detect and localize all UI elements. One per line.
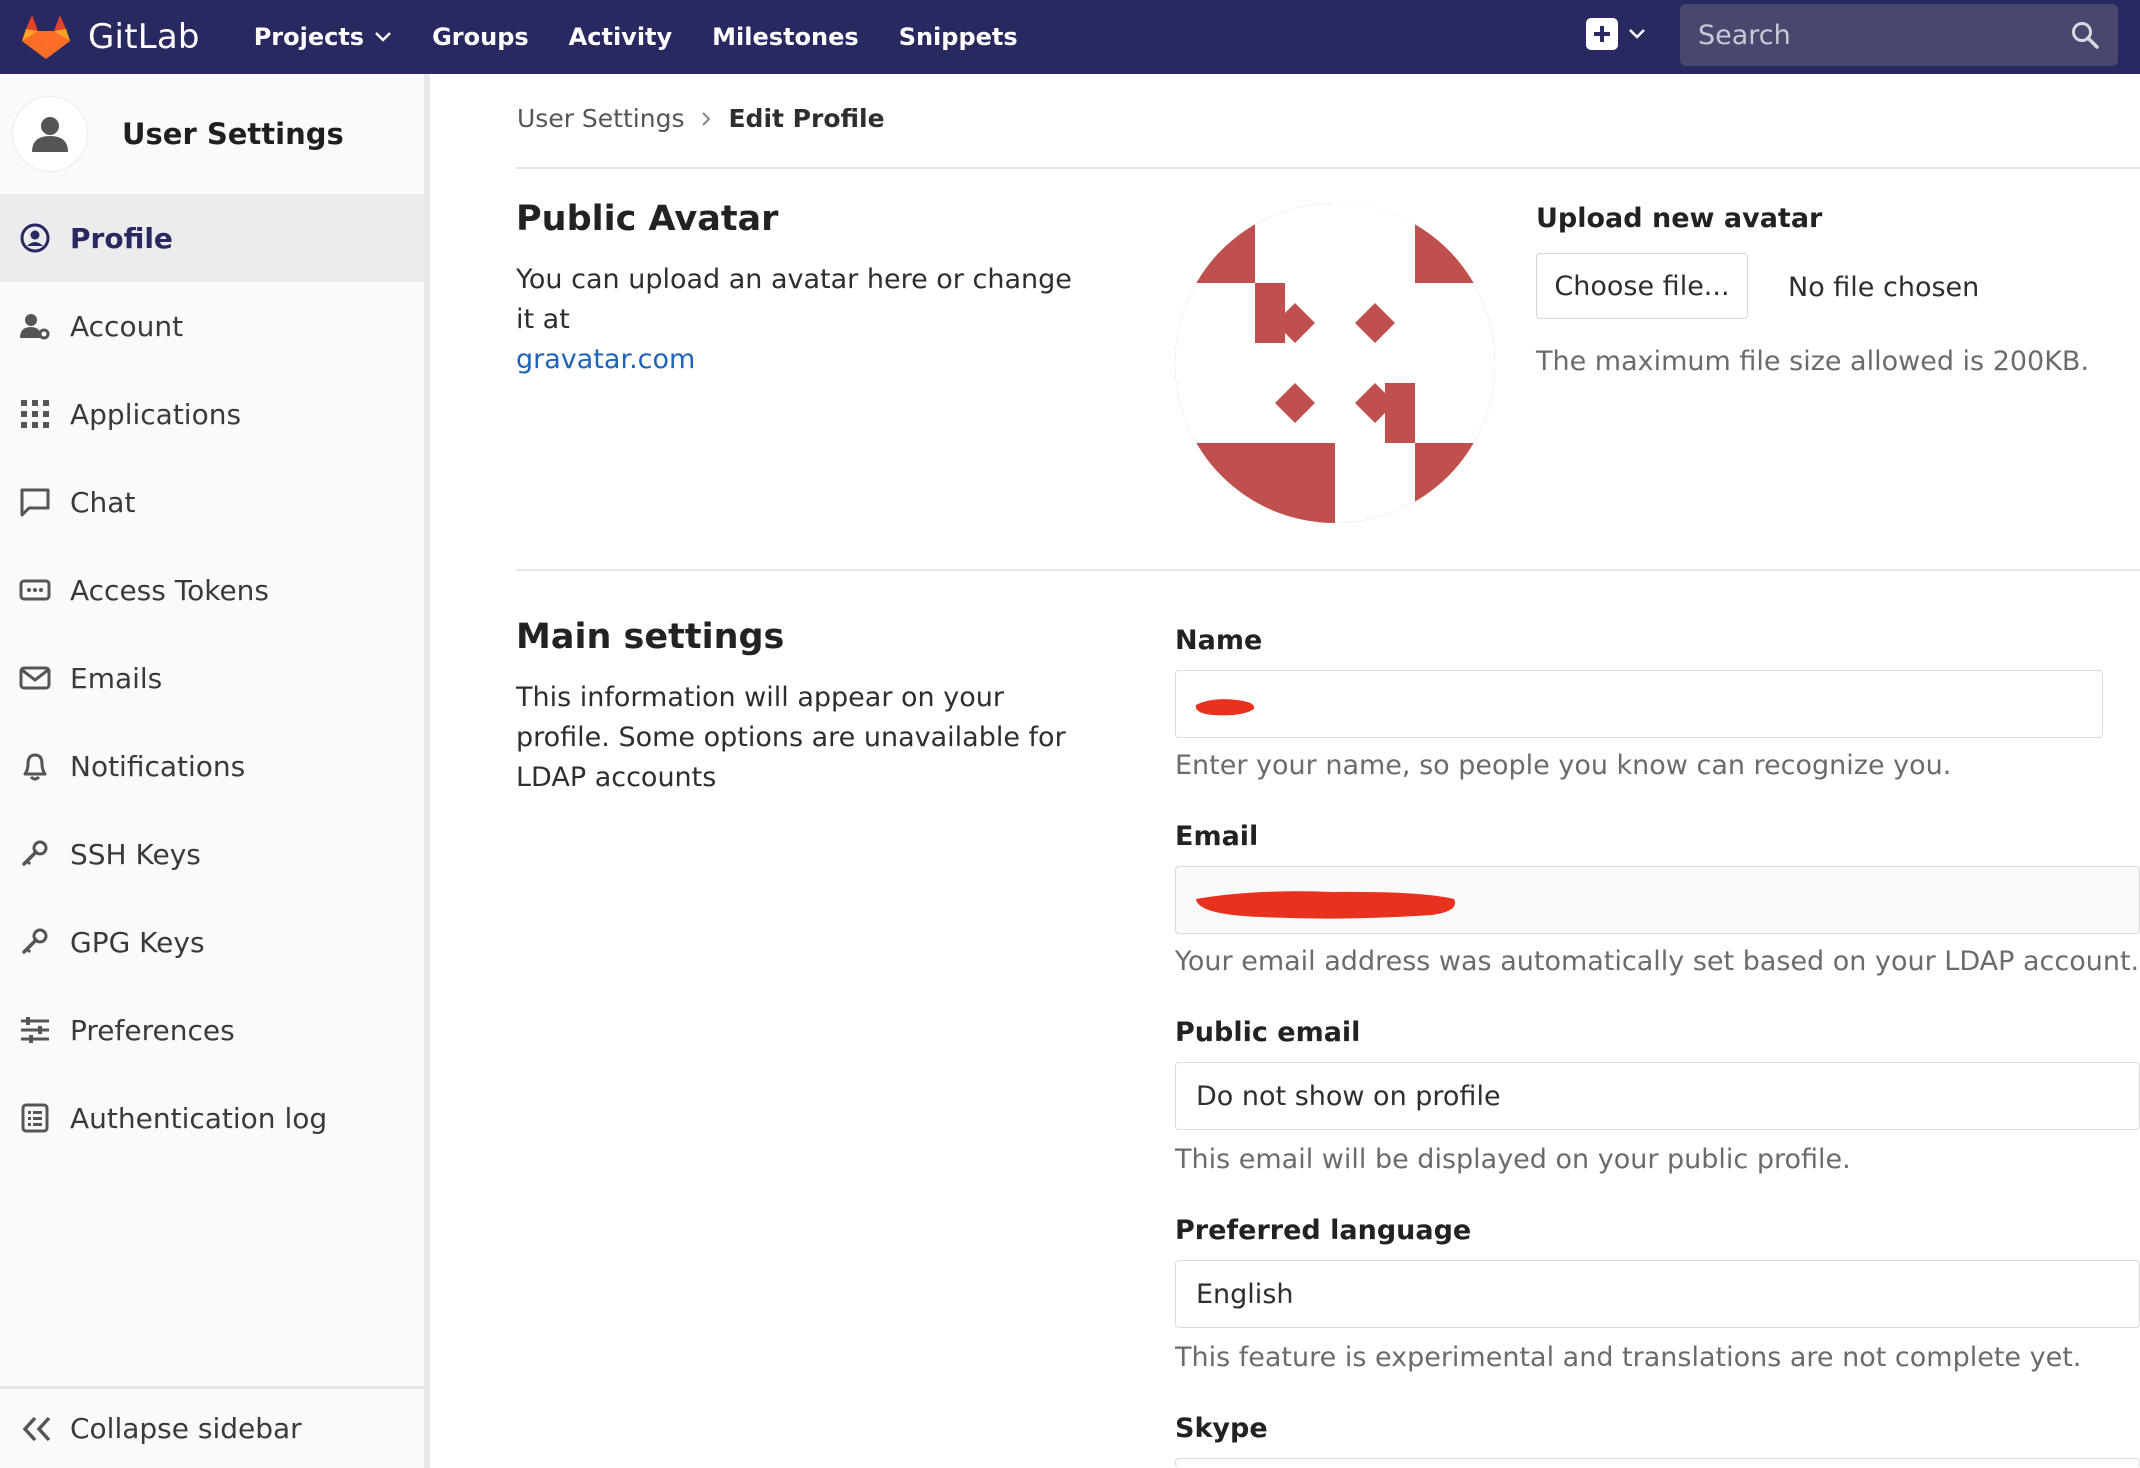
sidebar-header: User Settings (0, 74, 424, 194)
upload-avatar-label: Upload new avatar (1536, 203, 1823, 234)
bell-icon (18, 749, 52, 783)
skype-field[interactable] (1175, 1458, 2140, 1468)
divider (516, 167, 2140, 169)
public-email-value: Do not show on profile (1196, 1080, 1501, 1112)
nav-snippets[interactable]: Snippets (899, 23, 1018, 51)
public-email-label: Public email (1175, 1017, 1361, 1048)
collapse-sidebar-label: Collapse sidebar (70, 1412, 302, 1445)
sidebar-item-chat[interactable]: Chat (0, 458, 424, 546)
name-label: Name (1175, 625, 1263, 656)
preferred-language-label: Preferred language (1175, 1215, 1472, 1246)
sidebar-item-label: Applications (70, 397, 242, 431)
sidebar-item-label: Profile (70, 221, 173, 255)
user-avatar (12, 96, 88, 172)
sliders-icon (18, 1013, 52, 1047)
main-settings-title: Main settings (516, 617, 785, 657)
nav-milestones[interactable]: Milestones (712, 23, 859, 51)
email-label: Email (1175, 821, 1259, 852)
search-placeholder: Search (1698, 19, 1791, 51)
search-icon (2072, 22, 2099, 49)
no-file-chosen-text: No file chosen (1788, 272, 1980, 303)
user-icon (32, 117, 68, 152)
chevron-down-icon (1629, 29, 1645, 39)
sidebar-item-label: Preferences (70, 1013, 235, 1047)
breadcrumb-current: Edit Profile (728, 104, 885, 133)
mail-icon (18, 661, 52, 695)
sidebar-item-emails[interactable]: Emails (0, 634, 424, 722)
brand-name: GitLab (88, 17, 200, 57)
chevron-right-icon (702, 111, 711, 126)
current-avatar-image (1175, 203, 1495, 523)
name-field[interactable] (1175, 670, 2103, 738)
public-avatar-description: You can upload an avatar here or change … (516, 260, 1096, 380)
language-help: This feature is experimental and transla… (1175, 1342, 2082, 1373)
public-email-help: This email will be displayed on your pub… (1175, 1144, 1851, 1175)
collapse-sidebar-button[interactable]: Collapse sidebar (0, 1386, 424, 1468)
sidebar-item-label: Account (70, 309, 184, 343)
sidebar-title: User Settings (122, 117, 344, 151)
chat-icon (18, 485, 52, 519)
preferred-language-select[interactable]: English (1175, 1260, 2140, 1328)
preferred-language-value: English (1196, 1278, 1294, 1310)
sidebar-item-account[interactable]: Account (0, 282, 424, 370)
sidebar-item-label: Access Tokens (70, 573, 270, 607)
sidebar-item-preferences[interactable]: Preferences (0, 986, 424, 1074)
gitlab-home-link[interactable]: GitLab (20, 13, 200, 61)
settings-sidebar: User Settings Profile Account Applicatio… (0, 74, 430, 1468)
skype-label: Skype (1175, 1413, 1268, 1444)
breadcrumb: User Settings Edit Profile (517, 104, 885, 133)
redaction-mark (1196, 891, 1456, 919)
choose-file-button[interactable]: Choose file... (1536, 253, 1748, 319)
sidebar-item-label: Emails (70, 661, 163, 695)
max-file-size-help: The maximum file size allowed is 200KB. (1536, 346, 2090, 377)
nav-groups[interactable]: Groups (432, 23, 529, 51)
top-navbar: GitLab Projects Groups Activity Mileston… (0, 0, 2140, 74)
token-icon (18, 573, 52, 607)
public-avatar-title: Public Avatar (516, 199, 779, 239)
key-icon (18, 837, 52, 871)
gitlab-logo-icon (22, 15, 70, 59)
chevron-down-icon (375, 32, 391, 42)
nav-projects-label: Projects (253, 23, 365, 51)
sidebar-item-label: GPG Keys (70, 925, 205, 959)
nav-activity[interactable]: Activity (569, 23, 673, 51)
search-input[interactable]: Search (1680, 4, 2118, 66)
sidebar-item-label: SSH Keys (70, 837, 201, 871)
account-icon (18, 309, 52, 343)
main-settings-description: This information will appear on your pro… (516, 682, 1066, 793)
sidebar-item-authentication-log[interactable]: Authentication log (0, 1074, 424, 1162)
double-chevron-left-icon (22, 1416, 51, 1441)
key-icon (18, 925, 52, 959)
public-email-select[interactable]: Do not show on profile (1175, 1062, 2140, 1130)
nav-projects[interactable]: Projects (254, 23, 392, 51)
sidebar-item-applications[interactable]: Applications (0, 370, 424, 458)
profile-icon (18, 221, 52, 255)
name-help: Enter your name, so people you know can … (1175, 750, 1952, 781)
new-item-dropdown[interactable] (1586, 18, 1646, 50)
avatar-description-text: You can upload an avatar here or change … (516, 264, 1072, 335)
email-help: Your email address was automatically set… (1175, 946, 2140, 977)
sidebar-item-label: Chat (70, 485, 136, 519)
plus-icon (1586, 18, 1618, 50)
breadcrumb-user-settings[interactable]: User Settings (517, 104, 684, 133)
sidebar-item-profile[interactable]: Profile (0, 194, 424, 282)
sidebar-item-access-tokens[interactable]: Access Tokens (0, 546, 424, 634)
sidebar-item-notifications[interactable]: Notifications (0, 722, 424, 810)
sidebar-item-label: Authentication log (70, 1101, 328, 1135)
gravatar-link[interactable]: gravatar.com (516, 344, 695, 375)
sidebar-item-gpg-keys[interactable]: GPG Keys (0, 898, 424, 986)
email-field (1175, 866, 2140, 934)
log-icon (18, 1101, 52, 1135)
sidebar-item-label: Notifications (70, 749, 246, 783)
divider (516, 569, 2140, 571)
sidebar-item-ssh-keys[interactable]: SSH Keys (0, 810, 424, 898)
applications-grid-icon (18, 397, 52, 431)
redaction-mark (1195, 699, 1255, 716)
